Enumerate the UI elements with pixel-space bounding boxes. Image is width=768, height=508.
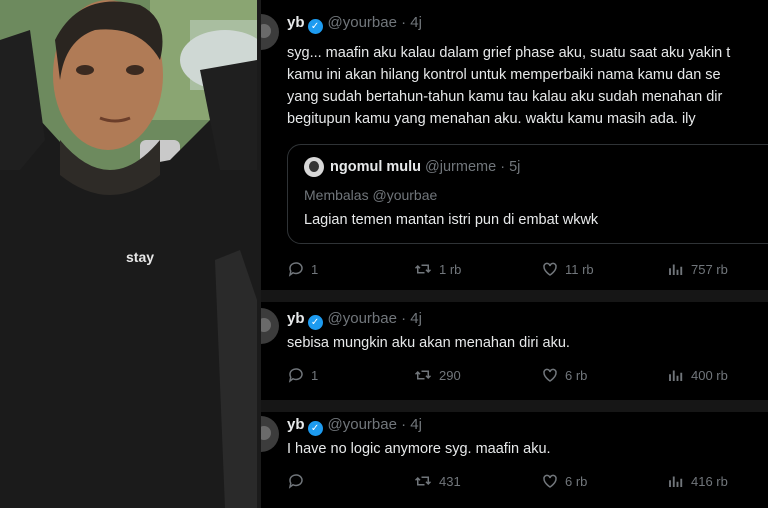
retweet-button[interactable]: 290: [413, 364, 461, 386]
reply-prefix: Membalas: [304, 187, 369, 203]
quoted-tweet[interactable]: ngomul mulu @jurmeme · 5j Membalas @your…: [287, 144, 768, 244]
like-icon: [543, 474, 557, 488]
reply-count: 1: [311, 367, 319, 383]
quote-time: 5j: [509, 159, 521, 175]
like-icon: [543, 368, 557, 382]
avatar[interactable]: [261, 308, 279, 344]
retweet-count: 290: [439, 367, 461, 383]
quote-avatar: [304, 157, 324, 177]
tweet-text-line: I have no logic anymore syg. maafin aku.: [287, 441, 551, 457]
tweet-separator: [261, 400, 768, 412]
reply-button[interactable]: [287, 470, 311, 492]
tweet-1[interactable]: yb ✓ @yourbae · 4j syg... maafin aku kalau…: [261, 0, 768, 290]
tweet-2[interactable]: yb ✓ @yourbae · 4j sebisa mungkin aku akan…: [261, 302, 768, 400]
tweet-header: yb ✓ @yourbae · 4j: [287, 14, 422, 34]
like-button[interactable]: 6 rb: [541, 364, 587, 386]
quote-header: ngomul mulu @jurmeme · 5j: [330, 159, 521, 175]
tweet-actions: 1 290 6 rb 400 rb: [287, 364, 757, 386]
views-icon: [669, 476, 683, 487]
tweet-header: yb ✓ @yourbae · 4j: [287, 416, 422, 436]
reply-mention[interactable]: @yourbae: [372, 187, 437, 203]
tweet-text-line: kamu ini akan hilang kontrol untuk mempe…: [287, 67, 721, 83]
reply-icon: [288, 474, 303, 489]
views-icon: [669, 264, 683, 275]
verified-badge-icon: ✓: [307, 315, 323, 330]
author-name[interactable]: yb: [287, 14, 305, 31]
avatar[interactable]: [261, 416, 279, 452]
like-button[interactable]: 11 rb: [541, 258, 594, 280]
author-handle[interactable]: @yourbae: [328, 416, 397, 433]
views-button[interactable]: 400 rb: [667, 364, 728, 386]
quote-reply-context: Membalas @yourbae: [304, 187, 437, 203]
reply-button[interactable]: 1: [287, 258, 318, 280]
tweet-time[interactable]: 4j: [410, 416, 422, 433]
tweet-actions: 1 1 rb 11 rb 757 rb: [287, 258, 757, 280]
like-count: 6 rb: [565, 367, 588, 383]
tweet-feed: yb ✓ @yourbae · 4j syg... maafin aku kalau…: [261, 0, 768, 508]
reply-icon: [288, 368, 303, 383]
like-count: 6 rb: [565, 473, 588, 489]
author-handle[interactable]: @yourbae: [328, 310, 397, 327]
tweet-text-line: yang sudah bertahun-tahun kamu tau kalau…: [287, 89, 723, 105]
retweet-button[interactable]: 1 rb: [413, 258, 461, 280]
quote-author-name: ngomul mulu: [330, 159, 422, 175]
like-icon: [543, 262, 557, 276]
retweet-button[interactable]: 431: [413, 470, 461, 492]
retweet-icon: [414, 370, 432, 380]
views-button[interactable]: 416 rb: [667, 470, 728, 492]
reply-count: 1: [311, 261, 319, 277]
like-button[interactable]: 6 rb: [541, 470, 587, 492]
retweet-icon: [414, 476, 432, 486]
verified-badge-icon: ✓: [307, 421, 323, 436]
tweet-time[interactable]: 4j: [410, 14, 422, 31]
quote-text: Lagian temen mantan istri pun di embat w…: [304, 212, 599, 228]
tweet-header: yb ✓ @yourbae · 4j: [287, 310, 422, 330]
tweet-time[interactable]: 4j: [410, 310, 422, 327]
views-count: 400 rb: [691, 367, 728, 383]
author-handle[interactable]: @yourbae: [328, 14, 397, 31]
author-name[interactable]: yb: [287, 310, 305, 327]
verified-badge-icon: ✓: [307, 19, 323, 34]
quote-author-handle: @jurmeme: [425, 159, 497, 175]
tweet-actions: 431 6 rb 416 rb: [287, 470, 757, 492]
retweet-count: 1 rb: [439, 261, 462, 277]
views-count: 757 rb: [691, 261, 728, 277]
man-photo: stay: [0, 0, 257, 508]
views-count: 416 rb: [691, 473, 728, 489]
photo-panel: stay: [0, 0, 257, 508]
tweet-text-line: sebisa mungkin aku akan menahan diri aku…: [287, 335, 570, 351]
reply-icon: [288, 262, 303, 277]
retweet-icon: [414, 264, 432, 274]
retweet-count: 431: [439, 473, 461, 489]
like-count: 11 rb: [565, 261, 594, 277]
views-button[interactable]: 757 rb: [667, 258, 728, 280]
shirt-text: stay: [126, 249, 154, 265]
views-icon: [669, 370, 683, 381]
tweet-text-line: syg... maafin aku kalau dalam grief phas…: [287, 45, 731, 61]
reply-button[interactable]: 1: [287, 364, 318, 386]
tweet-separator: [261, 290, 768, 302]
tweet-text-line: begitupun kamu yang menahan aku. waktu k…: [287, 111, 696, 127]
avatar[interactable]: [261, 14, 279, 50]
author-name[interactable]: yb: [287, 416, 305, 433]
tweet-3[interactable]: yb ✓ @yourbae · 4j I have no logic anymore…: [261, 412, 768, 508]
